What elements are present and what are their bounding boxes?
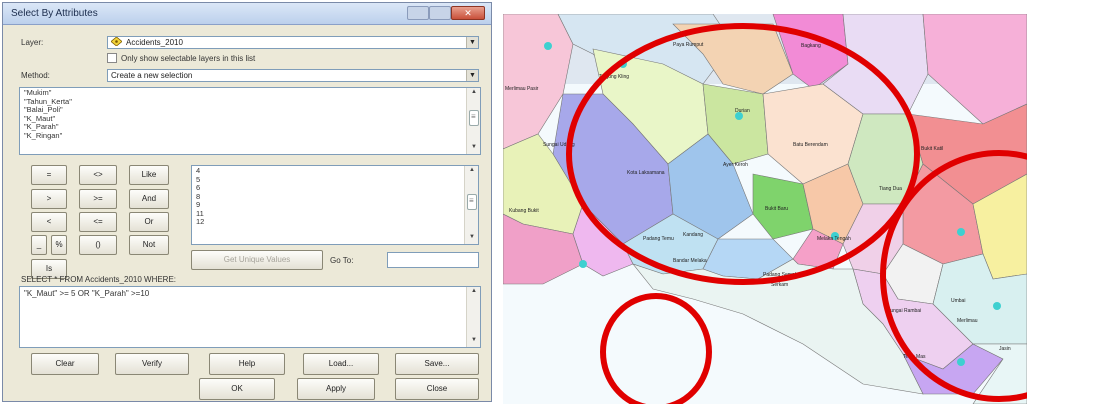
select-by-attributes-dialog: Select By Attributes ✕ Layer: Accidents_… — [2, 2, 492, 402]
map-label: Kota Laksamana — [627, 170, 665, 176]
list-item[interactable]: "K_Parah" — [24, 122, 464, 132]
less-equal-button[interactable]: <= — [79, 212, 117, 232]
map-label: Batu Berendam — [793, 142, 828, 148]
place-marker[interactable] — [993, 302, 1001, 310]
scroll-down-icon[interactable]: ▼ — [467, 234, 477, 243]
list-item[interactable]: 4 — [196, 166, 462, 176]
only-selectable-checkbox[interactable] — [107, 53, 117, 63]
method-label: Method: — [21, 71, 50, 80]
layer-icon — [111, 37, 122, 46]
apply-button[interactable]: Apply — [297, 378, 375, 400]
parentheses-button[interactable]: () — [79, 235, 117, 255]
chevron-down-icon[interactable]: ▼ — [466, 37, 478, 48]
place-marker[interactable] — [957, 228, 965, 236]
like-button[interactable]: Like — [129, 165, 169, 185]
verify-button[interactable]: Verify — [115, 353, 189, 375]
not-equals-button[interactable]: <> — [79, 165, 117, 185]
map-label: Bagkang — [801, 43, 821, 49]
greater-equal-button[interactable]: >= — [79, 189, 117, 209]
not-button[interactable]: Not — [129, 235, 169, 255]
scroll-down-icon[interactable]: ▼ — [469, 144, 479, 153]
clear-button[interactable]: Clear — [31, 353, 99, 375]
map-label: Durian — [735, 108, 750, 114]
list-item[interactable]: 5 — [196, 175, 462, 185]
get-unique-values-button[interactable]: Get Unique Values — [191, 250, 323, 270]
close-button[interactable]: Close — [395, 378, 479, 400]
unique-values-list[interactable]: 4 5 6 8 9 11 12 ▲ ▼ — [191, 165, 479, 245]
method-dropdown[interactable]: Create a new selection ▼ — [107, 69, 479, 82]
map-label: Kubang Bukit — [509, 208, 539, 214]
list-item[interactable]: 9 — [196, 200, 462, 210]
list-item[interactable]: "Tahun_Kerta" — [24, 97, 464, 107]
fields-scrollbar[interactable]: ▲ ▼ — [466, 88, 480, 154]
scroll-up-icon[interactable]: ▲ — [469, 288, 479, 297]
map-label: Kandang — [683, 232, 703, 238]
map-label: Bandar Melaka — [673, 258, 707, 264]
list-item[interactable]: 12 — [196, 217, 462, 227]
scroll-down-icon[interactable]: ▼ — [469, 337, 479, 346]
map-label: Paya Rumput — [673, 42, 704, 48]
list-item[interactable]: 6 — [196, 183, 462, 193]
scroll-up-icon[interactable]: ▲ — [469, 89, 479, 98]
underscore-button[interactable]: _ — [31, 235, 47, 255]
map-label: Merlimau — [957, 318, 978, 324]
less-than-button[interactable]: < — [31, 212, 67, 232]
scroll-up-icon[interactable]: ▲ — [467, 167, 477, 176]
map-label: Bukit Baru — [765, 206, 788, 212]
map-label: Sungai Rambai — [887, 308, 921, 314]
or-button[interactable]: Or — [129, 212, 169, 232]
scroll-thumb[interactable] — [467, 194, 477, 210]
greater-than-button[interactable]: > — [31, 189, 67, 209]
place-marker[interactable] — [544, 42, 552, 50]
map-label: Merlimau Pasir — [505, 86, 539, 92]
chevron-down-icon[interactable]: ▼ — [466, 70, 478, 81]
scroll-thumb[interactable] — [469, 110, 479, 126]
and-button[interactable]: And — [129, 189, 169, 209]
dialog-title: Select By Attributes — [11, 8, 98, 19]
list-item[interactable]: "K_Maut" — [24, 114, 464, 124]
map-label: Tiang Dua — [879, 186, 902, 192]
list-item[interactable]: 11 — [196, 209, 462, 219]
minimize-button[interactable] — [407, 6, 429, 20]
map-label: Bukit Katil — [921, 146, 943, 152]
expression-scrollbar[interactable]: ▲ ▼ — [466, 287, 480, 347]
percent-button[interactable]: % — [51, 235, 67, 255]
maximize-button[interactable] — [429, 6, 451, 20]
equals-button[interactable]: = — [31, 165, 67, 185]
place-marker[interactable] — [957, 358, 965, 366]
save-button[interactable]: Save... — [395, 353, 479, 375]
title-bar[interactable]: Select By Attributes ✕ — [3, 3, 491, 25]
district-map[interactable]: Paya Rumput Bagkang Tanjung Kling Merlim… — [503, 14, 1027, 404]
ok-button[interactable]: OK — [199, 378, 275, 400]
expression-textarea[interactable]: "K_Maut" >= 5 OR "K_Parah" >=10 ▲ ▼ — [19, 286, 481, 348]
place-marker[interactable] — [579, 260, 587, 268]
list-item[interactable]: 8 — [196, 192, 462, 202]
layer-value: Accidents_2010 — [126, 38, 183, 47]
map-label: Ayer Keroh — [723, 162, 748, 168]
only-selectable-label: Only show selectable layers in this list — [121, 54, 256, 63]
map-label: Umbai — [951, 298, 965, 304]
map-label: Padang Temu — [643, 236, 674, 242]
values-scrollbar[interactable]: ▲ ▼ — [464, 166, 478, 244]
method-value: Create a new selection — [111, 71, 193, 80]
go-to-input[interactable] — [387, 252, 479, 268]
help-button[interactable]: Help — [209, 353, 285, 375]
select-statement: SELECT * FROM Accidents_2010 WHERE: — [21, 275, 177, 284]
map-label: Melaka Tengah — [817, 236, 851, 242]
map-label: Jasin — [999, 346, 1011, 352]
go-to-label: Go To: — [330, 256, 354, 265]
list-item[interactable]: "Mukim" — [24, 88, 464, 98]
layer-dropdown[interactable]: Accidents_2010 ▼ — [107, 36, 479, 49]
list-item[interactable]: "Balai_Poli" — [24, 105, 464, 115]
close-window-button[interactable]: ✕ — [451, 6, 485, 20]
load-button[interactable]: Load... — [303, 353, 379, 375]
expression-text: "K_Maut" >= 5 OR "K_Parah" >=10 — [24, 289, 150, 298]
fields-list[interactable]: "Mukim" "Tahun_Kerta" "Balai_Poli" "K_Ma… — [19, 87, 481, 155]
layer-label: Layer: — [21, 38, 44, 47]
list-item[interactable]: "K_Ringan" — [24, 131, 464, 141]
